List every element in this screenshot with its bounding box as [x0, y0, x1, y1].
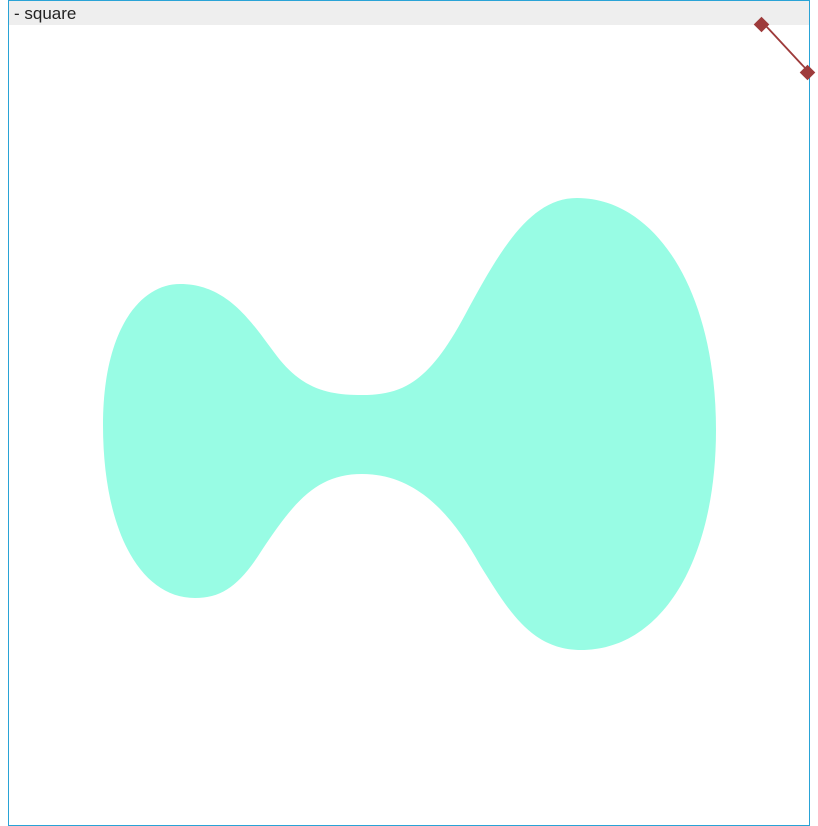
handle-bar[interactable]: [762, 22, 809, 72]
handle-end-knob[interactable]: [799, 64, 816, 81]
resize-handle[interactable]: [753, 16, 816, 81]
handle-start-knob[interactable]: [753, 16, 770, 33]
canvas: [103, 16, 816, 651]
blob-shape[interactable]: [103, 198, 716, 651]
